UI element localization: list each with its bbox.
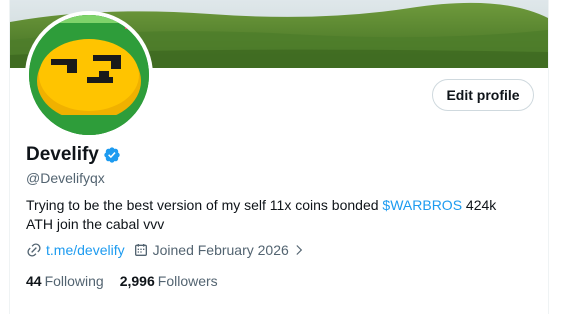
avatar[interactable] — [25, 11, 153, 139]
bio: Trying to be the best version of my self… — [26, 196, 526, 234]
website-item: t.me/develify — [26, 242, 125, 258]
bio-cashtag-link[interactable]: $WARBROS — [382, 197, 462, 213]
following-count: 44 — [26, 273, 42, 289]
followers-count: 2,996 — [119, 273, 155, 289]
profile-meta: t.me/develify Joined February 2026 — [26, 242, 318, 258]
follow-stats: 44 Following 2,996 Followers — [26, 273, 234, 289]
chevron-right-icon[interactable] — [292, 243, 306, 257]
joined-item: Joined February 2026 — [133, 242, 310, 258]
bio-text: Trying to be the best version of my self… — [26, 197, 383, 213]
following-label: Following — [44, 273, 104, 289]
website-link[interactable]: t.me/develify — [46, 242, 125, 258]
display-name: Develify — [26, 144, 99, 165]
edit-profile-label: Edit profile — [446, 87, 520, 103]
edit-profile-button[interactable]: Edit profile — [432, 79, 534, 111]
profile-card: Edit profile Develify @Develifyqx Trying… — [9, 0, 549, 314]
handle: @Develifyqx — [26, 170, 105, 186]
followers-link[interactable]: 2,996 Followers — [120, 273, 218, 289]
calendar-icon — [134, 244, 147, 256]
followers-label: Followers — [157, 273, 218, 289]
following-link[interactable]: 44 Following — [26, 273, 104, 289]
name-row: Develify — [26, 144, 121, 166]
avatar-image — [29, 15, 149, 135]
verified-badge-icon[interactable] — [103, 146, 121, 164]
joined-date: Joined February 2026 — [152, 242, 289, 258]
link-icon — [27, 243, 41, 257]
